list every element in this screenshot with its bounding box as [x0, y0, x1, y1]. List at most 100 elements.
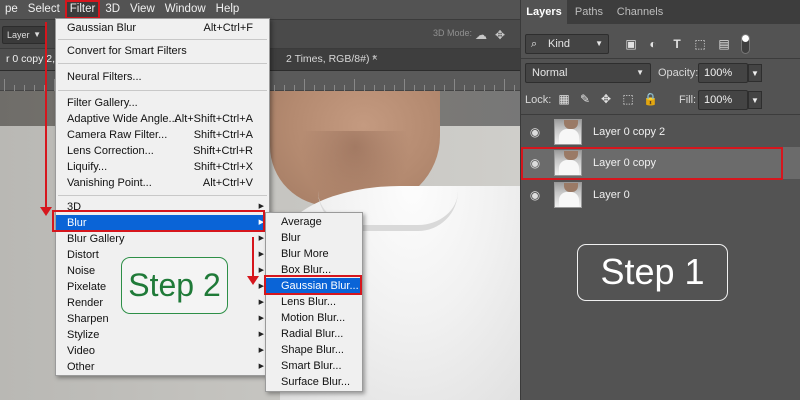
- filter-item-label: Neural Filters...: [67, 71, 142, 83]
- menu-type[interactable]: pe: [0, 0, 23, 19]
- layer-name: Layer 0 copy: [593, 157, 656, 169]
- panel-tabs: Layers Paths Channels: [521, 0, 800, 24]
- submenu-arrow-icon: ▶: [258, 299, 264, 306]
- lock-position-icon[interactable]: ✥: [599, 92, 613, 106]
- chevron-down-icon[interactable]: ▼: [748, 64, 762, 82]
- pixel-layer-filter-icon[interactable]: ▣: [623, 36, 639, 52]
- filter-kind-dropdown[interactable]: ⌕ Kind ▼: [525, 34, 609, 54]
- opacity-input[interactable]: 100% ▼: [698, 63, 762, 83]
- menu-select[interactable]: Select: [23, 0, 65, 19]
- opacity-label: Opacity:: [658, 67, 699, 79]
- filter-item-vanishing[interactable]: Vanishing Point... Alt+Ctrl+V: [56, 175, 269, 191]
- panel-divider: [521, 58, 800, 59]
- blur-item-radial[interactable]: Radial Blur...: [266, 326, 362, 342]
- filter-item-blur-gallery[interactable]: Blur Gallery ▶: [56, 231, 269, 247]
- adjustment-filter-icon[interactable]: ◐: [645, 36, 661, 52]
- blur-item-motion[interactable]: Motion Blur...: [266, 310, 362, 326]
- blend-mode-dropdown[interactable]: Normal ▼: [525, 63, 651, 83]
- submenu-arrow-icon: ▶: [258, 235, 264, 242]
- layer-dropdown[interactable]: Layer ▼: [2, 26, 46, 44]
- tab-paths[interactable]: Paths: [567, 0, 611, 24]
- blur-item-blur-more[interactable]: Blur More: [266, 246, 362, 262]
- filter-item-label: Pixelate: [67, 281, 107, 293]
- orbit-icon[interactable]: ☁: [473, 27, 489, 43]
- layer-row[interactable]: ◉ Layer 0: [521, 179, 800, 211]
- menu-view[interactable]: View: [125, 0, 160, 19]
- blur-item-smart[interactable]: Smart Blur...: [266, 358, 362, 374]
- 3d-mode-label: 3D Mode:: [433, 28, 473, 38]
- chevron-down-icon: ▼: [595, 39, 603, 48]
- rotate-icon[interactable]: ✥: [492, 27, 508, 43]
- blur-item-lens[interactable]: Lens Blur...: [266, 294, 362, 310]
- ruler-tick: [354, 79, 355, 91]
- blur-item-gaussian[interactable]: Gaussian Blur...: [266, 278, 362, 294]
- submenu-arrow-icon: ▶: [258, 203, 264, 210]
- blur-item-shape[interactable]: Shape Blur...: [266, 342, 362, 358]
- search-icon: ⌕: [531, 38, 538, 50]
- menu-3d[interactable]: 3D: [100, 0, 125, 19]
- filter-toggle[interactable]: [741, 34, 750, 54]
- menu-window[interactable]: Window: [160, 0, 211, 19]
- filter-item-label: Blur: [67, 217, 87, 229]
- lock-artboard-icon[interactable]: ⬚: [621, 92, 635, 106]
- filter-item-camera-raw[interactable]: Camera Raw Filter... Shift+Ctrl+A: [56, 127, 269, 143]
- layer-dropdown-label: Layer: [7, 30, 30, 40]
- close-icon[interactable]: ×: [372, 53, 384, 65]
- submenu-arrow-icon: ▶: [258, 315, 264, 322]
- chevron-down-icon[interactable]: ▼: [748, 91, 762, 109]
- shortcut-label: Shift+Ctrl+R: [193, 145, 253, 157]
- blur-item-box[interactable]: Box Blur...: [266, 262, 362, 278]
- blur-item-surface[interactable]: Surface Blur...: [266, 374, 362, 390]
- smart-object-filter-icon[interactable]: ▤: [716, 36, 732, 52]
- ruler-tick: [304, 79, 305, 91]
- fill-value: 100%: [704, 94, 733, 106]
- menu-help[interactable]: Help: [211, 0, 245, 19]
- type-filter-icon[interactable]: T: [669, 36, 685, 52]
- filter-item-adaptive[interactable]: Adaptive Wide Angle... Alt+Shift+Ctrl+A: [56, 111, 269, 127]
- shortcut-label: Alt+Ctrl+V: [202, 177, 253, 189]
- tab-channels[interactable]: Channels: [611, 0, 669, 24]
- eye-icon[interactable]: ◉: [527, 187, 543, 203]
- shortcut-label: Alt+Shift+Ctrl+A: [174, 113, 253, 125]
- eye-icon[interactable]: ◉: [527, 124, 543, 140]
- filter-item-label: Vanishing Point...: [67, 177, 152, 189]
- filter-item-label: Lens Correction...: [67, 145, 154, 157]
- filter-item-lens-correction[interactable]: Lens Correction... Shift+Ctrl+R: [56, 143, 269, 159]
- layer-thumbnail: [554, 182, 582, 208]
- tab-layers[interactable]: Layers: [521, 0, 567, 24]
- layer-row-selected[interactable]: ◉ Layer 0 copy: [521, 147, 800, 179]
- filter-item-liquify[interactable]: Liquify... Shift+Ctrl+X: [56, 159, 269, 175]
- submenu-arrow-icon: ▶: [258, 347, 264, 354]
- filter-item-label: Adaptive Wide Angle...: [67, 113, 178, 125]
- filter-item-3d[interactable]: 3D ▶: [56, 199, 269, 215]
- filter-item-label: Liquify...: [67, 161, 108, 173]
- filter-item-blur[interactable]: Blur ▶: [56, 215, 269, 231]
- lock-image-icon[interactable]: ✎: [578, 92, 592, 106]
- chevron-down-icon: ▼: [33, 30, 41, 39]
- filter-item-gaussian-blur[interactable]: Gaussian Blur Alt+Ctrl+F: [56, 20, 269, 36]
- guide-arrow-line: [252, 237, 254, 277]
- shape-filter-icon[interactable]: ⬚: [692, 36, 708, 52]
- eye-icon[interactable]: ◉: [527, 155, 543, 171]
- lock-transparent-icon[interactable]: ▦: [557, 92, 571, 106]
- filter-item-label: 3D: [67, 201, 82, 213]
- blur-item-average[interactable]: Average: [266, 214, 362, 230]
- layer-name: Layer 0: [593, 189, 630, 201]
- filter-item-video[interactable]: Video ▶: [56, 343, 269, 359]
- blur-item-blur[interactable]: Blur: [266, 230, 362, 246]
- filter-item-convert-smart[interactable]: Convert for Smart Filters: [56, 43, 269, 59]
- kind-label: Kind: [548, 38, 571, 50]
- document-tab-other[interactable]: 2 Times, RGB/8#) *: [280, 49, 376, 70]
- menu-divider: [58, 39, 267, 40]
- filter-item-gallery[interactable]: Filter Gallery...: [56, 95, 269, 111]
- filter-item-label: Stylize: [67, 329, 100, 341]
- fill-input[interactable]: 100% ▼: [698, 90, 762, 110]
- submenu-arrow-icon: ▶: [258, 363, 264, 370]
- filter-item-label: Distort: [67, 249, 99, 261]
- filter-item-stylize[interactable]: Stylize ▶: [56, 327, 269, 343]
- lock-all-icon[interactable]: 🔒: [643, 92, 658, 106]
- filter-item-other[interactable]: Other ▶: [56, 359, 269, 375]
- filter-item-neural[interactable]: Neural Filters...: [56, 69, 269, 85]
- layer-row[interactable]: ◉ Layer 0 copy 2: [521, 116, 800, 148]
- menu-filter[interactable]: Filter: [64, 0, 101, 19]
